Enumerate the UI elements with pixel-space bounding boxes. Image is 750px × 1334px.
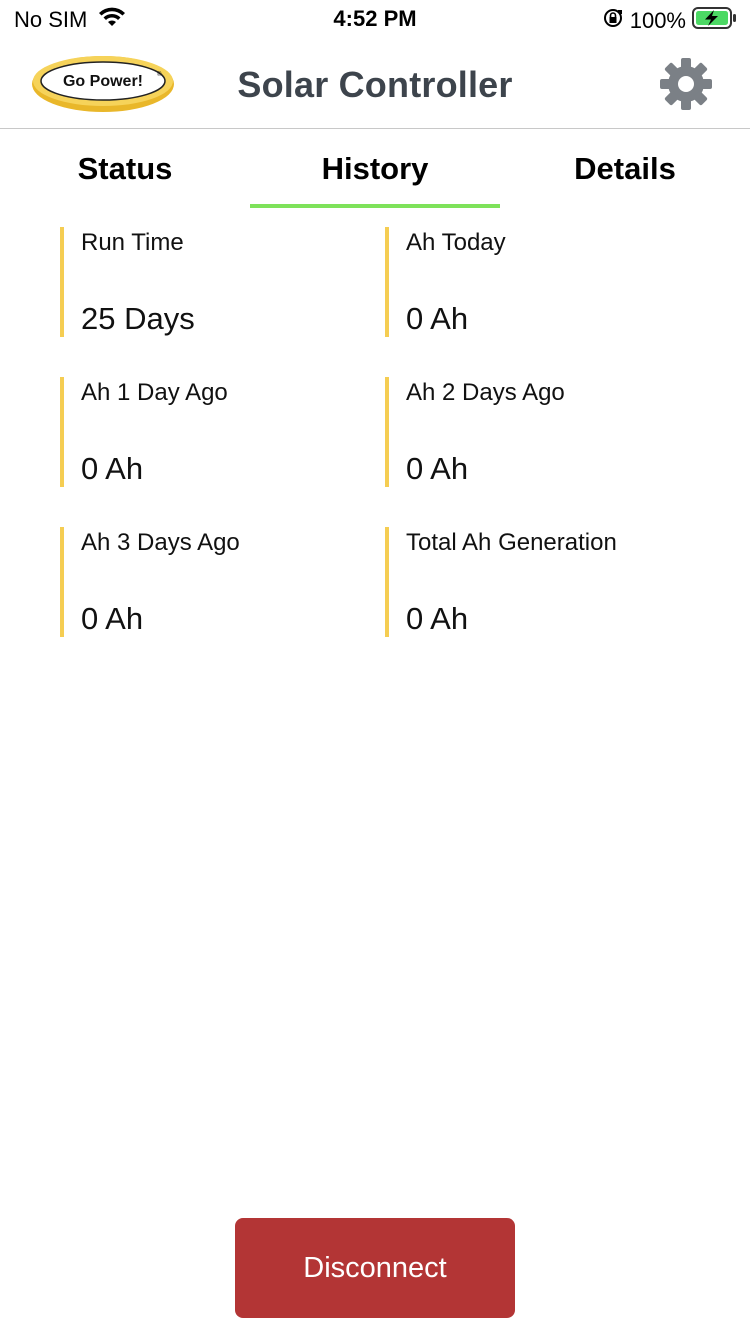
disconnect-button[interactable]: Disconnect bbox=[235, 1218, 515, 1318]
stat-label: Ah 1 Day Ago bbox=[81, 379, 228, 406]
stat-accent-bar bbox=[385, 377, 389, 487]
history-stats-grid: Run Time 25 Days Ah Today 0 Ah Ah 1 Day … bbox=[60, 227, 710, 677]
stats-row: Ah 1 Day Ago 0 Ah Ah 2 Days Ago 0 Ah bbox=[60, 377, 710, 527]
stat-ah-today: Ah Today 0 Ah bbox=[385, 227, 710, 377]
stats-row: Run Time 25 Days Ah Today 0 Ah bbox=[60, 227, 710, 377]
stat-value: 0 Ah bbox=[406, 451, 469, 486]
tab-status[interactable]: Status bbox=[0, 129, 250, 209]
tab-bar: Status History Details bbox=[0, 129, 750, 209]
app-header: Go Power! ® Solar Controller bbox=[0, 40, 750, 129]
stat-run-time: Run Time 25 Days bbox=[60, 227, 385, 377]
gear-icon[interactable] bbox=[658, 56, 714, 112]
stat-label: Ah Today bbox=[406, 229, 506, 256]
stat-value: 0 Ah bbox=[81, 601, 144, 636]
stats-row: Ah 3 Days Ago 0 Ah Total Ah Generation 0… bbox=[60, 527, 710, 677]
stat-accent-bar bbox=[385, 527, 389, 637]
battery-percent: 100% bbox=[629, 8, 686, 33]
status-bar: No SIM 4:52 PM 100% bbox=[0, 0, 750, 40]
stat-value: 0 Ah bbox=[406, 301, 469, 336]
orientation-lock-icon bbox=[602, 7, 624, 35]
stat-label: Total Ah Generation bbox=[406, 529, 617, 556]
stat-accent-bar bbox=[60, 377, 64, 487]
stat-total-ah-generation: Total Ah Generation 0 Ah bbox=[385, 527, 710, 677]
status-right: 100% bbox=[602, 6, 738, 36]
tab-details[interactable]: Details bbox=[500, 129, 750, 209]
stat-label: Ah 2 Days Ago bbox=[406, 379, 565, 406]
tab-history[interactable]: History bbox=[250, 129, 500, 209]
battery-charging-icon bbox=[692, 6, 738, 36]
stat-ah-2-days-ago: Ah 2 Days Ago 0 Ah bbox=[385, 377, 710, 527]
stat-value: 0 Ah bbox=[406, 601, 469, 636]
stat-accent-bar bbox=[60, 227, 64, 337]
stat-ah-1-day-ago: Ah 1 Day Ago 0 Ah bbox=[60, 377, 385, 527]
stat-accent-bar bbox=[60, 527, 64, 637]
stat-label: Ah 3 Days Ago bbox=[81, 529, 240, 556]
stat-value: 0 Ah bbox=[81, 451, 144, 486]
stat-accent-bar bbox=[385, 227, 389, 337]
stat-label: Run Time bbox=[81, 229, 184, 256]
stat-value: 25 Days bbox=[81, 301, 195, 336]
page-title: Solar Controller bbox=[237, 64, 513, 105]
stat-ah-3-days-ago: Ah 3 Days Ago 0 Ah bbox=[60, 527, 385, 677]
